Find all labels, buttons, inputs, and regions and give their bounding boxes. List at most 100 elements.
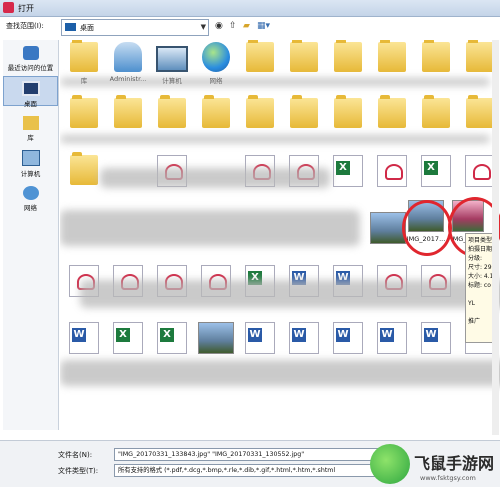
filename-label: 文件名(N): [58, 451, 93, 459]
nav-item-label: 桌面 [24, 100, 37, 108]
watermark: 飞鼠手游网 www.fsktgsy.com [370, 442, 500, 486]
blurred-region [80, 280, 500, 308]
folder-icon [334, 95, 362, 128]
pdf-file-item[interactable] [370, 155, 414, 187]
excel-file-icon [157, 322, 187, 354]
title-bar: 打开 [0, 0, 500, 17]
nav-item-label: 最近访问的位置 [7, 64, 54, 72]
excel-file-item[interactable] [106, 322, 150, 354]
filename-input[interactable]: "IMG_20170331_133843.jpg" "IMG_20170331_… [114, 448, 379, 461]
folder-icon [70, 95, 98, 128]
app-icon [3, 2, 14, 13]
blurred-labels [60, 78, 490, 86]
network-icon [22, 186, 39, 200]
lookin-dropdown[interactable]: 桌面 ▼ [61, 19, 209, 36]
network-icon [202, 42, 230, 72]
word-file-icon [377, 322, 407, 354]
word-file-icon [333, 322, 363, 354]
nav-item-label: 库 [27, 134, 34, 142]
view-menu-icon[interactable]: ▦▾ [257, 21, 270, 31]
desktop-icon [21, 81, 40, 96]
word-file-item[interactable] [238, 322, 282, 354]
nav-item-library[interactable]: 库 [3, 112, 58, 142]
up-folder-icon[interactable]: ⇧ [229, 21, 237, 31]
nav-item-network[interactable]: 网络 [3, 182, 58, 212]
folder-icon [466, 40, 494, 72]
folder-icon [290, 95, 318, 128]
folder-item[interactable] [106, 95, 150, 128]
library-icon [22, 116, 39, 130]
folder-item[interactable] [326, 40, 370, 72]
desktop-folder-icon [65, 23, 76, 31]
word-file-icon [421, 322, 451, 354]
folder-item[interactable] [238, 95, 282, 128]
back-icon[interactable]: ◉ [215, 21, 223, 31]
folder-icon [70, 152, 98, 185]
lookin-value: 桌面 [80, 24, 94, 32]
filetype-select[interactable]: 所有支持的格式 (*.pdf,*.dcg,*.bmp,*.rle,*.dib,*… [114, 464, 379, 477]
photo-thumbnail-icon [198, 322, 234, 354]
lookin-label: 查找范围(I): [6, 22, 44, 30]
excel-file-item[interactable] [150, 322, 194, 354]
watermark-text: 飞鼠手游网 [414, 454, 495, 473]
photo-thumbnail-icon [370, 212, 406, 244]
word-file-item[interactable] [326, 322, 370, 354]
word-file-item[interactable] [414, 322, 458, 354]
file-item-administrator[interactable]: Administr... [106, 42, 150, 83]
file-list-pane: 库 Administr... 计算机 网络 IMG_2017... IMG_ [60, 40, 500, 435]
folder-item[interactable] [414, 95, 458, 128]
highlight-circle [402, 200, 452, 256]
watermark-url: www.fsktgsy.com [420, 474, 476, 482]
folder-item[interactable] [282, 40, 326, 72]
window-title: 打开 [18, 4, 34, 13]
folder-item[interactable] [370, 95, 414, 128]
pdf-file-icon [377, 155, 407, 187]
excel-file-item[interactable] [414, 155, 458, 187]
folder-item[interactable] [282, 95, 326, 128]
excel-file-icon [421, 155, 451, 187]
folder-item[interactable] [414, 40, 458, 72]
vertical-scrollbar[interactable] [492, 40, 499, 435]
new-folder-icon[interactable]: ▰ [243, 21, 250, 31]
word-file-item[interactable] [370, 322, 414, 354]
folder-icon [114, 95, 142, 128]
excel-file-item[interactable] [326, 155, 370, 187]
chevron-down-icon[interactable]: ▼ [201, 23, 206, 31]
nav-item-desktop[interactable]: 桌面 [3, 76, 58, 108]
nav-item-label: 网络 [24, 204, 37, 212]
folder-icon [334, 40, 362, 72]
folder-item[interactable] [150, 95, 194, 128]
navigation-pane: 最近访问的位置 桌面 库 计算机 网络 [3, 40, 59, 430]
folder-icon [422, 40, 450, 72]
recent-places-icon [22, 46, 39, 60]
folder-item[interactable] [238, 40, 282, 72]
folder-icon [378, 40, 406, 72]
folder-icon [466, 95, 494, 128]
folder-icon [246, 95, 274, 128]
folder-item[interactable] [62, 95, 106, 128]
blurred-region [60, 360, 500, 386]
blurred-region [60, 210, 360, 246]
folder-icon [202, 95, 230, 128]
word-file-icon [245, 322, 275, 354]
excel-file-icon [113, 322, 143, 354]
folder-icon [246, 40, 274, 72]
watermark-logo-icon [370, 444, 410, 484]
word-file-item[interactable] [282, 322, 326, 354]
nav-item-recent[interactable]: 最近访问的位置 [3, 42, 58, 78]
blurred-region [100, 168, 330, 188]
computer-icon [21, 150, 40, 166]
filetype-label: 文件类型(T): [58, 467, 99, 475]
photo-file-item[interactable] [194, 322, 238, 354]
folder-icon [290, 40, 318, 72]
folder-icon [422, 95, 450, 128]
word-file-icon [289, 322, 319, 354]
nav-item-computer[interactable]: 计算机 [3, 146, 58, 178]
folder-item[interactable] [370, 40, 414, 72]
folder-item[interactable] [194, 95, 238, 128]
nav-item-label: 计算机 [20, 170, 41, 178]
library-folder-icon [70, 40, 98, 72]
folder-item[interactable] [326, 95, 370, 128]
user-folder-icon [114, 42, 142, 72]
word-file-item[interactable] [62, 322, 106, 354]
